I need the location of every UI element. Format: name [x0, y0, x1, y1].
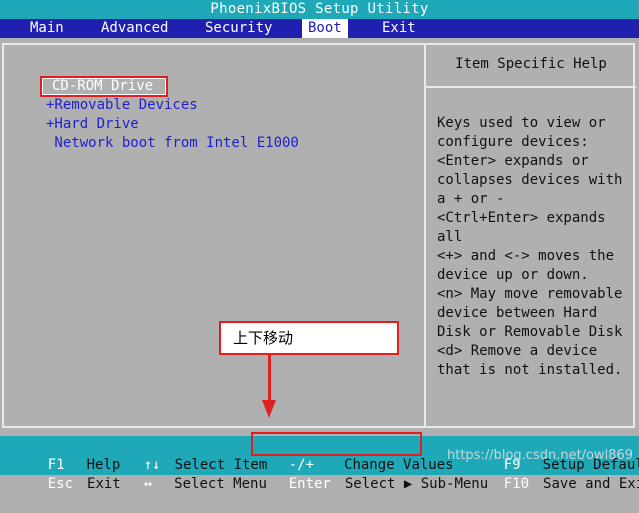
- help-line: <Ctrl+Enter> expands: [437, 210, 606, 226]
- footer-updown[interactable]: ↑↓ Select Item: [110, 437, 268, 473]
- footer-esc[interactable]: Esc Exit: [14, 456, 121, 492]
- help-line: configure devices:: [437, 134, 589, 150]
- key-label: ↔: [143, 476, 153, 492]
- help-title: Item Specific Help: [455, 56, 607, 72]
- help-line: <n> May move removable: [437, 286, 623, 302]
- key-label: Esc: [47, 476, 74, 492]
- help-line: <d> Remove a device: [437, 343, 598, 359]
- tab-boot[interactable]: Boot: [302, 19, 348, 38]
- key-desc: Select Menu: [174, 476, 267, 492]
- footer-f1[interactable]: F1 Help: [14, 437, 121, 473]
- help-line: Keys used to view or: [437, 115, 606, 131]
- annotation-callout: 上下移动: [219, 321, 399, 355]
- help-line: <+> and <-> moves the: [437, 248, 615, 264]
- boot-item-network[interactable]: Network boot from Intel E1000: [46, 134, 298, 153]
- boot-item-removable[interactable]: +Removable Devices: [46, 96, 198, 115]
- highlight-box-change-values: [251, 432, 422, 456]
- watermark: https://blog.csdn.net/owl869: [447, 448, 634, 463]
- key-desc: Save and Exit: [543, 476, 639, 492]
- footer-leftright[interactable]: ↔ Select Menu: [110, 456, 267, 492]
- key-label: Enter: [288, 476, 331, 492]
- tab-advanced[interactable]: Advanced: [101, 19, 168, 38]
- help-line: collapses devices with: [437, 172, 623, 188]
- arrow-down-icon: [262, 400, 276, 418]
- menu-bar: Main Advanced Security Boot Exit: [0, 19, 639, 38]
- window-title: PhoenixBIOS Setup Utility: [0, 0, 639, 19]
- help-line: all: [437, 229, 463, 245]
- highlight-box-cdrom: [40, 76, 168, 97]
- help-text: Keys used to view or configure devices: …: [437, 114, 633, 380]
- annotation-arrow-shaft: [268, 355, 271, 403]
- help-line: <Enter> expands or: [437, 153, 589, 169]
- help-line: a + or -: [437, 191, 505, 207]
- help-line: device between Hard: [437, 305, 598, 321]
- help-divider: [424, 86, 636, 88]
- tab-main[interactable]: Main: [30, 19, 64, 38]
- tab-security[interactable]: Security: [205, 19, 272, 38]
- key-label: F10: [503, 476, 530, 492]
- panel-divider: [424, 44, 426, 428]
- boot-item-hard-drive[interactable]: +Hard Drive: [46, 115, 139, 134]
- tab-exit[interactable]: Exit: [382, 19, 416, 38]
- help-line: Disk or Removable Disk: [437, 324, 623, 340]
- key-desc: Select ▶ Sub-Menu: [344, 476, 489, 492]
- help-line: that is not installed.: [437, 362, 623, 378]
- help-line: device up or down.: [437, 267, 589, 283]
